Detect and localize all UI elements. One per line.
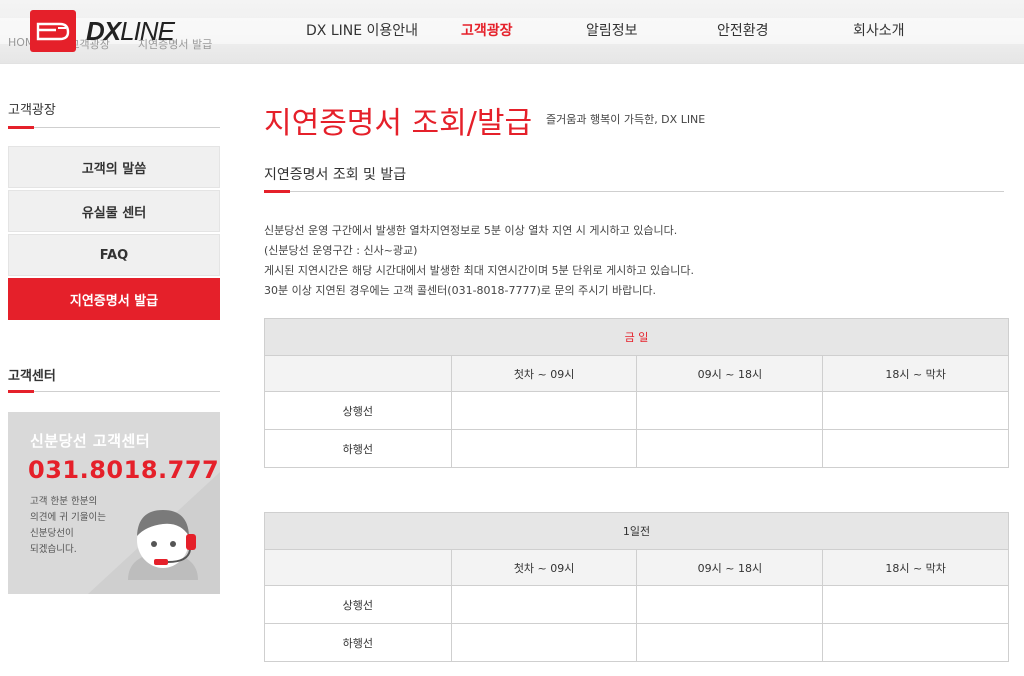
notice-line: 30분 이상 지연된 경우에는 고객 콜센터(031-8018-7777)로 문… — [264, 284, 656, 297]
column-header: 09시 ~ 18시 — [636, 355, 824, 392]
cs-description: 고객 한분 한분의 의견에 귀 기울이는 신분당선이 되겠습니다. — [30, 494, 130, 558]
row-label: 상행선 — [264, 391, 452, 430]
delay-table-yesterday: 1일전 첫차 ~ 09시 09시 ~ 18시 18시 ~ 막차 상행선 하행선 — [264, 512, 1009, 662]
site-header: HOME 고객광장 지연증명서 발급 DXLINE DX LINE 이용안내 고… — [0, 0, 1024, 64]
table-cell — [822, 429, 1009, 468]
cs-desc-line: 되겠습니다. — [30, 544, 77, 555]
table-cell — [822, 623, 1009, 662]
table-cell — [636, 391, 824, 430]
sidebar-item-lost-found[interactable]: 유실물 센터 — [8, 190, 220, 232]
table-cell — [822, 391, 1009, 430]
notice-line: 신분당선 운영 구간에서 발생한 열차지연정보로 5분 이상 열차 지연 시 게… — [264, 224, 678, 237]
section-divider — [264, 190, 1004, 193]
column-header — [264, 355, 452, 392]
sidebar-item-voice[interactable]: 고객의 말씀 — [8, 146, 220, 188]
page-subtitle: 즐거움과 행복이 가득한, DX LINE — [546, 113, 706, 126]
cs-desc-line: 고객 한분 한분의 — [30, 496, 98, 507]
notice-text: 신분당선 운영 구간에서 발생한 열차지연정보로 5분 이상 열차 지연 시 게… — [264, 221, 694, 301]
column-header: 첫차 ~ 09시 — [450, 355, 638, 392]
nav-item-customer[interactable]: 고객광장 — [461, 20, 513, 40]
main-nav: DX LINE 이용안내 고객광장 알림정보 안전환경 회사소개 — [0, 20, 1024, 42]
table-cell — [450, 585, 638, 624]
sidebar-item-faq[interactable]: FAQ — [8, 234, 220, 276]
delay-table-today: 금 일 첫차 ~ 09시 09시 ~ 18시 18시 ~ 막차 상행선 하행선 — [264, 318, 1009, 468]
headset-agent-icon — [128, 510, 198, 580]
sidebar-title-divider — [8, 126, 220, 129]
nav-item-guide[interactable]: DX LINE 이용안내 — [306, 20, 418, 40]
table-row: 하행선 — [264, 429, 1009, 468]
nav-item-safety[interactable]: 안전환경 — [717, 20, 769, 40]
table-cell — [636, 585, 824, 624]
page-title: 지연증명서 조회/발급 — [264, 106, 533, 141]
table-cell — [636, 429, 824, 468]
table-cell — [822, 585, 1009, 624]
row-label: 하행선 — [264, 429, 452, 468]
table-cell — [636, 623, 824, 662]
cs-section-divider — [8, 390, 220, 393]
table-cell — [450, 623, 638, 662]
table-row: 상행선 — [264, 585, 1009, 624]
cs-phone-number: 031.8018.7777 — [28, 456, 220, 484]
cs-desc-line: 의견에 귀 기울이는 — [30, 512, 106, 523]
column-header: 09시 ~ 18시 — [636, 549, 824, 586]
sidebar-menu: 고객의 말씀 유실물 센터 FAQ 지연증명서 발급 — [8, 146, 220, 322]
row-label: 하행선 — [264, 623, 452, 662]
table-cell — [450, 429, 638, 468]
table-row: 하행선 — [264, 623, 1009, 662]
cs-section-title: 고객센터 — [8, 369, 56, 384]
column-header: 18시 ~ 막차 — [822, 355, 1009, 392]
cs-desc-line: 신분당선이 — [30, 528, 74, 539]
table-caption: 1일전 — [264, 512, 1009, 550]
nav-item-company[interactable]: 회사소개 — [853, 20, 905, 40]
column-header — [264, 549, 452, 586]
sidebar-title: 고객광장 — [8, 103, 56, 118]
column-header: 첫차 ~ 09시 — [450, 549, 638, 586]
notice-line: 게시된 지연시간은 해당 시간대에서 발생한 최대 지연시간이며 5분 단위로 … — [264, 264, 695, 277]
table-caption: 금 일 — [264, 318, 1009, 356]
table-row: 상행선 — [264, 391, 1009, 430]
section-title: 지연증명서 조회 및 발급 — [264, 167, 407, 183]
table-cell — [450, 391, 638, 430]
cs-title: 신분당선 고객센터 — [30, 432, 151, 450]
customer-center-banner[interactable]: 신분당선 고객센터 031.8018.7777 고객 한분 한분의 의견에 귀 … — [8, 412, 220, 594]
nav-item-notice[interactable]: 알림정보 — [586, 20, 638, 40]
column-header: 18시 ~ 막차 — [822, 549, 1009, 586]
row-label: 상행선 — [264, 585, 452, 624]
sidebar-item-delay-certificate[interactable]: 지연증명서 발급 — [8, 278, 220, 320]
notice-line: (신분당선 운영구간 : 신사~광교) — [264, 244, 418, 257]
